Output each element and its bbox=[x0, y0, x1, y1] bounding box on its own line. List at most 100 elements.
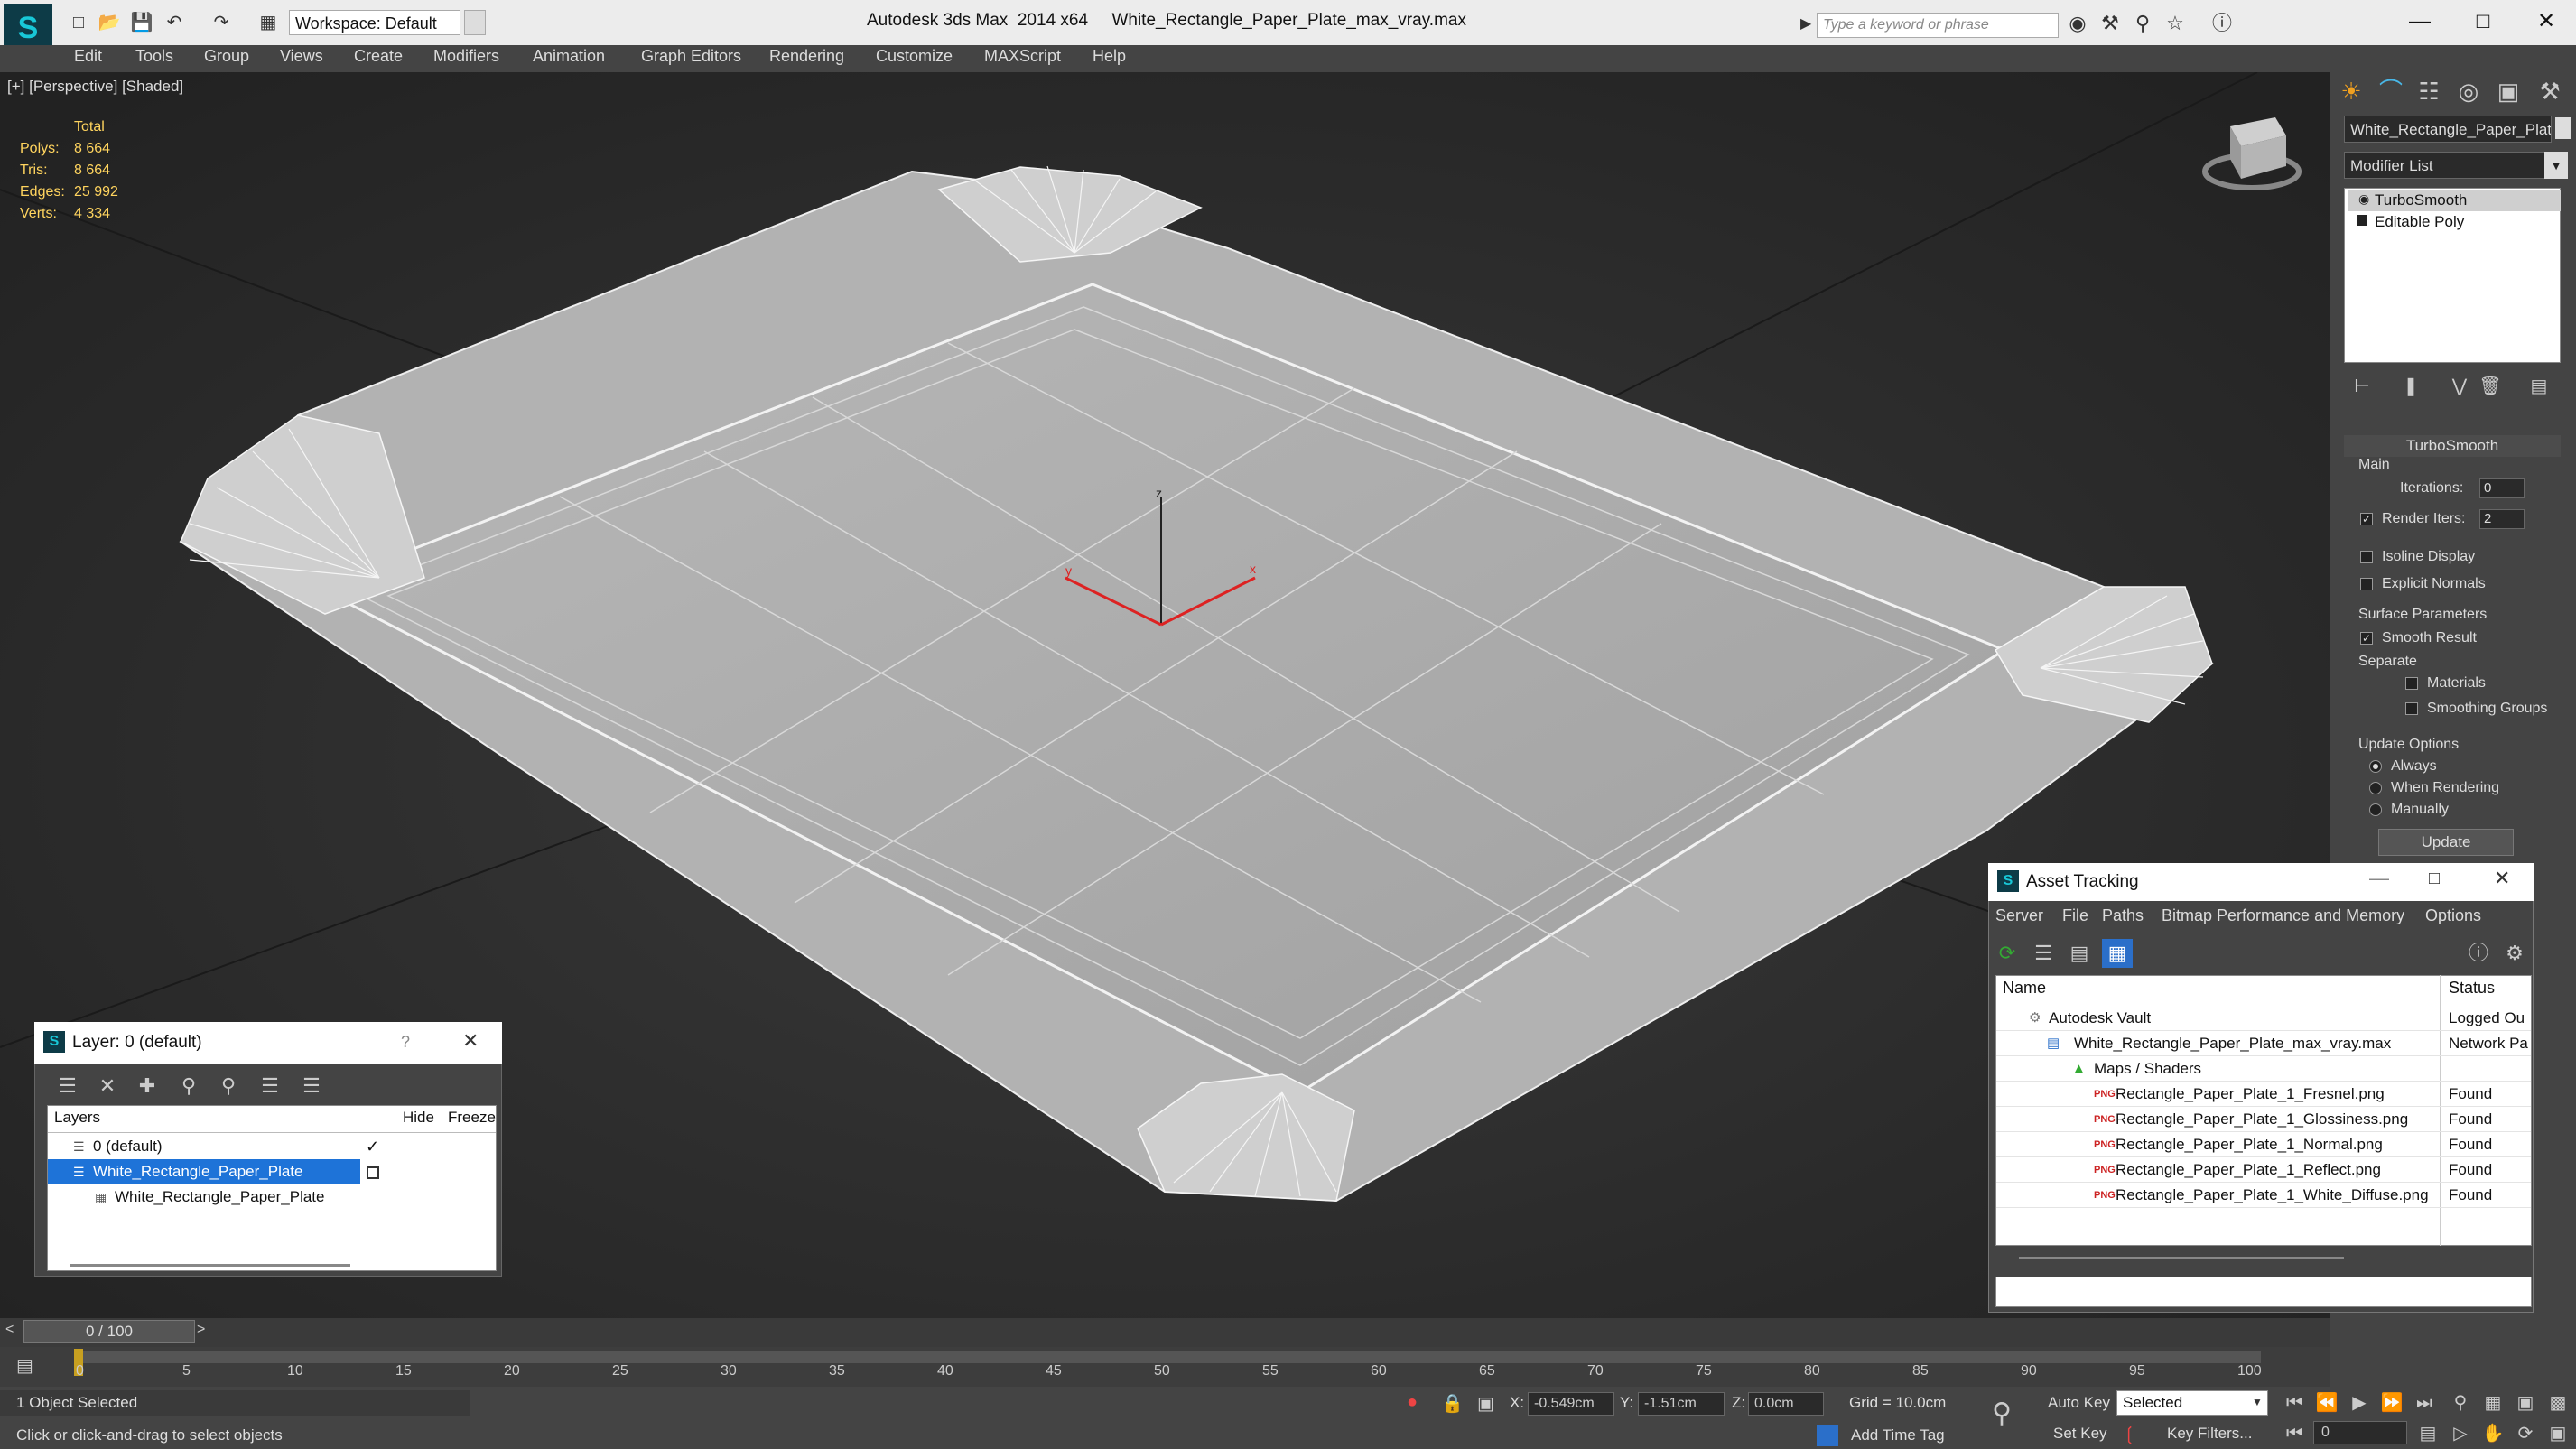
modify-tab-icon[interactable]: ⌒ bbox=[2375, 76, 2407, 107]
make-unique-icon[interactable]: ⋁ bbox=[2447, 374, 2472, 399]
workspace-select[interactable]: Workspace: Default bbox=[289, 10, 460, 35]
menu-graph-editors[interactable]: Graph Editors bbox=[641, 47, 741, 66]
close-icon[interactable]: ✕ bbox=[2494, 867, 2510, 890]
play-arrow-icon[interactable]: ▶ bbox=[1800, 14, 1811, 33]
close-icon[interactable]: ✕ bbox=[2515, 4, 2576, 40]
isoline-checkbox[interactable] bbox=[2360, 551, 2373, 563]
go-to-start-icon[interactable]: ⏮ bbox=[2281, 1390, 2308, 1416]
zoom-extents-all-icon[interactable]: ▩ bbox=[2544, 1390, 2571, 1416]
minimize-icon[interactable]: — bbox=[2369, 867, 2389, 890]
rollout-title[interactable]: TurboSmooth bbox=[2344, 435, 2561, 457]
zoom-all-icon[interactable]: ▦ bbox=[2479, 1390, 2506, 1416]
asset-menu-bitmap[interactable]: Bitmap Performance and Memory bbox=[2162, 906, 2404, 925]
smoothing-groups-checkbox[interactable] bbox=[2405, 702, 2418, 715]
new-file-icon[interactable]: □ bbox=[65, 11, 92, 34]
add-time-tag[interactable]: Add Time Tag bbox=[1851, 1426, 1945, 1444]
highlight-layer-icon[interactable]: ⚲ bbox=[213, 1073, 244, 1100]
list-view-icon[interactable]: ☰ bbox=[2028, 939, 2059, 968]
asset-menu-options[interactable]: Options bbox=[2425, 906, 2481, 925]
menu-views[interactable]: Views bbox=[280, 47, 323, 66]
lightbulb-icon[interactable]: ◉ bbox=[2358, 191, 2369, 207]
detail-view-icon[interactable]: ▤ bbox=[2064, 939, 2095, 968]
create-layer-icon[interactable]: ☰ bbox=[52, 1073, 83, 1100]
save-icon[interactable]: 💾 bbox=[128, 11, 155, 34]
menu-help[interactable]: Help bbox=[1093, 47, 1126, 66]
menu-modifiers[interactable]: Modifiers bbox=[433, 47, 499, 66]
layer-row[interactable]: ☰ 0 (default) ✓ bbox=[48, 1134, 496, 1159]
subscription-icon[interactable]: ⚒ bbox=[2097, 11, 2124, 36]
orbit-icon[interactable]: ⟳ bbox=[2512, 1421, 2539, 1446]
go-to-end-icon[interactable]: ⏭ bbox=[2411, 1390, 2438, 1416]
column-layers[interactable]: Layers bbox=[54, 1109, 100, 1127]
remove-modifier-icon[interactable]: 🗑 bbox=[2478, 374, 2503, 399]
menu-maxscript[interactable]: MAXScript bbox=[984, 47, 1061, 66]
close-icon[interactable]: ✕ bbox=[462, 1029, 479, 1053]
display-tab-icon[interactable]: ▣ bbox=[2492, 76, 2525, 107]
manually-radio[interactable] bbox=[2369, 803, 2382, 816]
stack-item-turbosmooth[interactable]: TurboSmooth bbox=[2348, 190, 2561, 211]
add-to-layer-icon[interactable]: ✚ bbox=[132, 1073, 163, 1100]
asset-path-field[interactable] bbox=[1995, 1277, 2532, 1307]
menu-rendering[interactable]: Rendering bbox=[769, 47, 844, 66]
update-button[interactable]: Update bbox=[2378, 829, 2514, 856]
time-tag-icon[interactable] bbox=[1817, 1425, 1838, 1446]
maximize-viewport-icon[interactable]: ▣ bbox=[2544, 1421, 2571, 1446]
lock-icon[interactable]: 🔒 bbox=[1441, 1392, 1464, 1415]
help-icon[interactable]: ? bbox=[401, 1033, 410, 1052]
materials-checkbox[interactable] bbox=[2405, 677, 2418, 690]
asset-menu-server[interactable]: Server bbox=[1995, 906, 2043, 925]
zoom-extents-icon[interactable]: ▣ bbox=[2512, 1390, 2539, 1416]
set-key-icon[interactable]: ❲ bbox=[2122, 1423, 2137, 1445]
hide-all-icon[interactable]: ☰ bbox=[255, 1073, 285, 1100]
menu-animation[interactable]: Animation bbox=[533, 47, 605, 66]
delete-layer-icon[interactable]: ✕ bbox=[92, 1073, 123, 1100]
menu-customize[interactable]: Customize bbox=[876, 47, 953, 66]
when-rendering-radio[interactable] bbox=[2369, 782, 2382, 794]
previous-frame-icon[interactable]: < bbox=[5, 1322, 14, 1338]
absolute-mode-icon[interactable]: ▣ bbox=[1477, 1392, 1494, 1415]
help-icon[interactable]: ⓘ bbox=[2209, 11, 2236, 36]
asset-row[interactable]: ▲ Maps / Shaders bbox=[1996, 1056, 2531, 1082]
key-mode-icon[interactable]: ⚲ bbox=[1992, 1398, 2012, 1429]
key-filters-button[interactable]: Key Filters... bbox=[2167, 1425, 2252, 1443]
render-iters-checkbox[interactable]: ✓ bbox=[2360, 513, 2373, 525]
asset-row[interactable]: PNG Rectangle_Paper_Plate_1_Glossiness.p… bbox=[1996, 1107, 2531, 1132]
maximize-icon[interactable]: □ bbox=[2451, 4, 2515, 40]
column-hide[interactable]: Hide bbox=[403, 1109, 434, 1127]
project-folder-icon[interactable]: ▦ bbox=[255, 11, 282, 34]
asset-tracking-title[interactable]: Asset Tracking bbox=[1988, 863, 2534, 901]
chevron-down-icon[interactable]: ▼ bbox=[464, 10, 486, 35]
horizontal-scrollbar[interactable] bbox=[2019, 1257, 2344, 1259]
create-tab-icon[interactable]: ☀ bbox=[2335, 76, 2367, 107]
vault-icon[interactable]: ⚙ bbox=[2499, 939, 2530, 968]
motion-tab-icon[interactable]: ◎ bbox=[2452, 76, 2485, 107]
table-view-icon[interactable]: ▦ bbox=[2102, 939, 2133, 968]
time-config-icon[interactable]: ▤ bbox=[2414, 1421, 2441, 1446]
select-objects-icon[interactable]: ⚲ bbox=[173, 1073, 204, 1100]
utilities-tab-icon[interactable]: ⚒ bbox=[2534, 76, 2566, 107]
layer-row-selected[interactable]: ☰ White_Rectangle_Paper_Plate bbox=[48, 1159, 360, 1184]
hierarchy-tab-icon[interactable]: ☷ bbox=[2413, 76, 2445, 107]
always-radio[interactable] bbox=[2369, 760, 2382, 773]
favorites-star-icon[interactable]: ☆ bbox=[2162, 11, 2189, 36]
menu-tools[interactable]: Tools bbox=[135, 47, 173, 66]
communication-icon[interactable]: ⚲ bbox=[2129, 11, 2156, 36]
column-status[interactable]: Status bbox=[2449, 979, 2495, 998]
refresh-icon[interactable]: ⟳ bbox=[1992, 939, 2023, 968]
menu-edit[interactable]: Edit bbox=[74, 47, 102, 66]
menu-create[interactable]: Create bbox=[354, 47, 403, 66]
horizontal-scrollbar[interactable] bbox=[70, 1264, 350, 1267]
z-coordinate-field[interactable]: 0.0cm bbox=[1748, 1392, 1824, 1416]
auto-key-button[interactable]: Auto Key bbox=[2048, 1394, 2110, 1412]
y-coordinate-field[interactable]: -1.51cm bbox=[1638, 1392, 1725, 1416]
render-iters-spinner[interactable]: 2 bbox=[2479, 509, 2525, 529]
iterations-spinner[interactable]: 0 bbox=[2479, 478, 2525, 498]
asset-row[interactable]: PNG Rectangle_Paper_Plate_1_Reflect.png … bbox=[1996, 1157, 2531, 1183]
object-name-field[interactable]: White_Rectangle_Paper_Plat bbox=[2344, 116, 2552, 143]
play-icon[interactable]: ▶ bbox=[2346, 1390, 2373, 1416]
column-name[interactable]: Name bbox=[2003, 979, 2046, 998]
previous-key-icon[interactable]: ⏪ bbox=[2313, 1390, 2340, 1416]
configure-sets-icon[interactable]: ▤ bbox=[2526, 374, 2552, 399]
zoom-icon[interactable]: ⚲ bbox=[2447, 1390, 2474, 1416]
pin-stack-icon[interactable]: ⊢ bbox=[2349, 374, 2375, 399]
